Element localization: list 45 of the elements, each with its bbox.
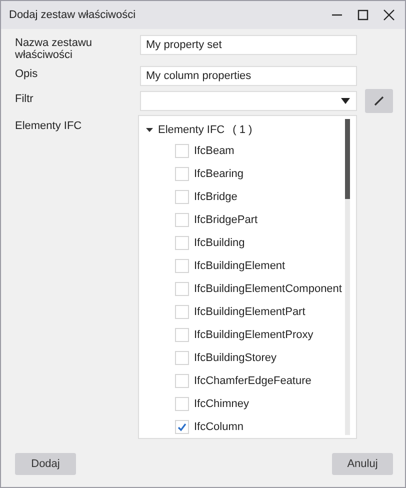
scrollbar[interactable]: [345, 119, 350, 435]
field-label: Opis: [15, 67, 39, 80]
tree-item-label[interactable]: IfcBuildingElementProxy: [194, 328, 314, 340]
checkbox[interactable]: [175, 236, 189, 250]
checkbox[interactable]: [175, 212, 189, 226]
maximize-icon[interactable]: [357, 9, 369, 21]
tree-node-label[interactable]: Elementy IFC: [158, 124, 225, 136]
field-label: Nazwa zestawu właściwości: [15, 36, 94, 61]
tree-item-label[interactable]: IfcBeam: [194, 144, 234, 156]
text-field[interactable]: My column properties: [140, 66, 357, 86]
filter-dropdown[interactable]: [140, 91, 357, 111]
field-label: Filtr: [15, 92, 34, 105]
checkbox[interactable]: [175, 420, 189, 434]
checkbox[interactable]: [175, 190, 189, 204]
checkbox[interactable]: [175, 396, 189, 410]
tree-item-label[interactable]: IfcBridge: [194, 190, 238, 202]
tree-item-label[interactable]: IfcBuildingElement: [194, 260, 286, 272]
checkbox[interactable]: [175, 304, 189, 318]
expand-icon[interactable]: [146, 126, 154, 134]
close-icon[interactable]: [383, 9, 395, 21]
tree-item-label[interactable]: IfcBuilding: [194, 236, 245, 248]
edit-button[interactable]: [365, 89, 393, 113]
pencil-icon: [374, 96, 384, 106]
count-label: ( 1 ): [232, 124, 252, 136]
tree-item-label[interactable]: IfcChimney: [194, 398, 250, 410]
field-label: Elementy IFC: [15, 119, 83, 132]
text-field[interactable]: My property set: [140, 35, 357, 55]
dialog-button[interactable]: Anuluj: [332, 453, 393, 475]
tree-item-label[interactable]: IfcBearing: [194, 168, 244, 180]
dialog-button[interactable]: Dodaj: [15, 453, 76, 475]
tree-item-label[interactable]: IfcChamferEdgeFeature: [194, 374, 312, 386]
tree-item-label[interactable]: IfcBuildingElementComponent: [194, 282, 342, 294]
checkbox[interactable]: [175, 258, 189, 272]
tree-item-label[interactable]: IfcColumn: [194, 420, 244, 432]
checkbox[interactable]: [175, 144, 189, 158]
checkbox[interactable]: [175, 282, 189, 296]
checkbox[interactable]: [175, 166, 189, 180]
checkbox[interactable]: [175, 374, 189, 388]
window-title: Dodaj zestaw właściwości: [9, 9, 136, 21]
tree-item-label[interactable]: IfcBuildingStorey: [194, 352, 277, 364]
checkbox[interactable]: [175, 350, 189, 364]
checkbox[interactable]: [175, 328, 189, 342]
caret-icon: [341, 98, 350, 104]
tree-item-label[interactable]: IfcBridgePart: [194, 214, 258, 226]
tree-item-label[interactable]: IfcBuildingElementPart: [194, 306, 306, 318]
